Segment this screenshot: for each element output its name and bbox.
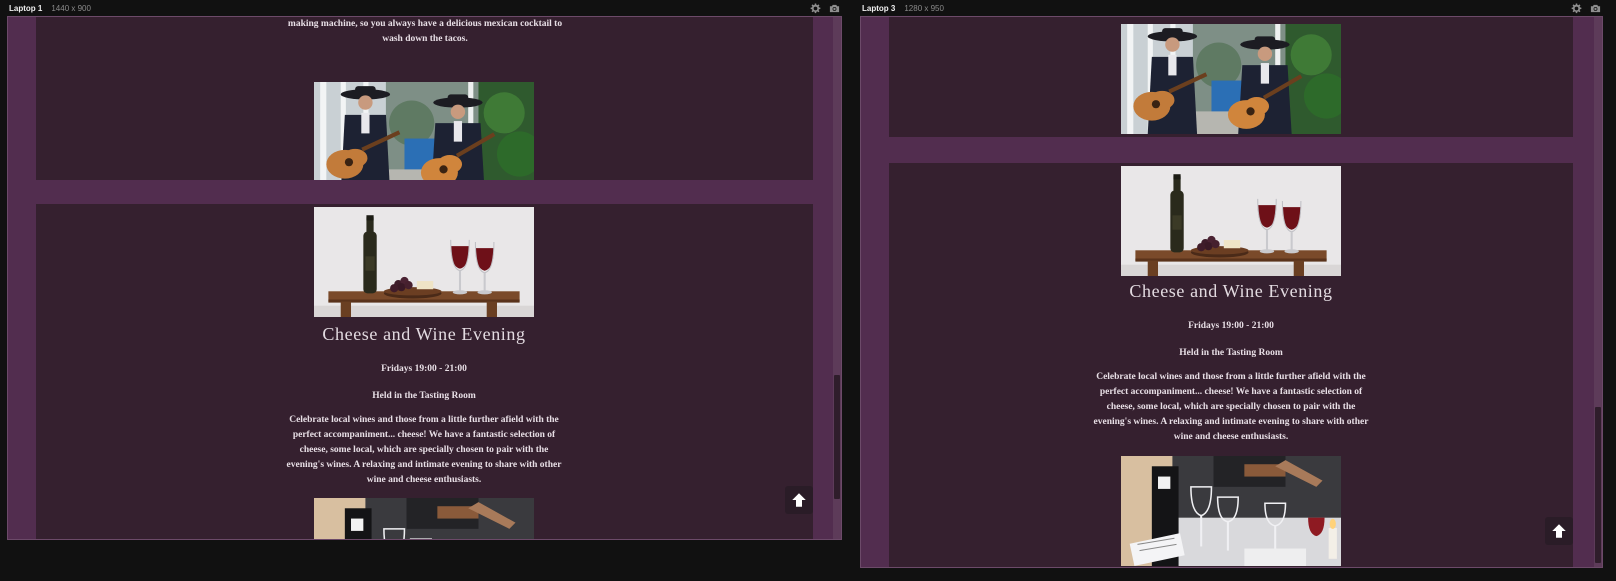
tasting-photo	[1121, 456, 1341, 566]
event-location: Held in the Tasting Room	[1179, 348, 1283, 358]
scroll-to-top-button[interactable]	[1545, 517, 1573, 545]
scrollbar[interactable]	[1594, 17, 1602, 567]
event-card-mexican	[889, 17, 1573, 137]
event-description: Celebrate local wines and those from a l…	[286, 415, 562, 485]
arrow-up-icon	[790, 491, 808, 509]
scrollbar-thumb[interactable]	[1595, 407, 1601, 563]
event-card-cheese-wine: Cheese and Wine Evening Fridays 19:00 - …	[36, 204, 813, 540]
event-description: nachos. The Cafe transforms to a Marghar…	[287, 19, 563, 44]
scrollbar-thumb[interactable]	[834, 375, 840, 499]
event-schedule: Fridays 19:00 - 21:00	[381, 364, 467, 374]
gear-icon[interactable]	[810, 3, 821, 14]
camera-icon[interactable]	[829, 3, 840, 14]
event-location: Held in the Tasting Room	[372, 391, 476, 401]
event-description: Celebrate local wines and those from a l…	[1093, 372, 1369, 442]
device-laptop-1: Laptop 1 1440 x 900 nachos. The Cafe tra…	[0, 0, 842, 581]
wine-photo	[314, 207, 534, 317]
device-viewport[interactable]: nachos. The Cafe transforms to a Marghar…	[7, 16, 842, 540]
mariachi-photo	[314, 82, 534, 180]
device-viewport[interactable]: Cheese and Wine Evening Fridays 19:00 - …	[860, 16, 1603, 568]
tasting-photo	[314, 498, 534, 540]
device-size: 1280 x 950	[904, 3, 944, 13]
event-card-cheese-wine: Cheese and Wine Evening Fridays 19:00 - …	[889, 163, 1573, 567]
device-toolbar-icons	[1571, 0, 1601, 16]
event-schedule: Fridays 19:00 - 21:00	[1188, 321, 1274, 331]
device-toolbar: Laptop 1 1440 x 900	[9, 0, 91, 16]
device-toolbar-icons	[810, 0, 840, 16]
device-size: 1440 x 900	[51, 3, 91, 13]
wine-photo	[1121, 166, 1341, 276]
device-name: Laptop 1	[9, 3, 43, 13]
device-laptop-3: Laptop 3 1280 x 950 Cheese and Wine Even…	[853, 0, 1616, 581]
gear-icon[interactable]	[1571, 3, 1582, 14]
mariachi-photo	[1121, 24, 1341, 134]
scroll-to-top-button[interactable]	[785, 486, 813, 514]
scrollbar[interactable]	[833, 17, 841, 539]
event-title: Cheese and Wine Evening	[322, 324, 526, 344]
device-name: Laptop 3	[862, 3, 896, 13]
device-toolbar: Laptop 3 1280 x 950	[862, 0, 944, 16]
arrow-up-icon	[1550, 522, 1568, 540]
event-title: Cheese and Wine Evening	[1129, 281, 1333, 301]
event-card-mexican: nachos. The Cafe transforms to a Marghar…	[36, 17, 813, 180]
camera-icon[interactable]	[1590, 3, 1601, 14]
